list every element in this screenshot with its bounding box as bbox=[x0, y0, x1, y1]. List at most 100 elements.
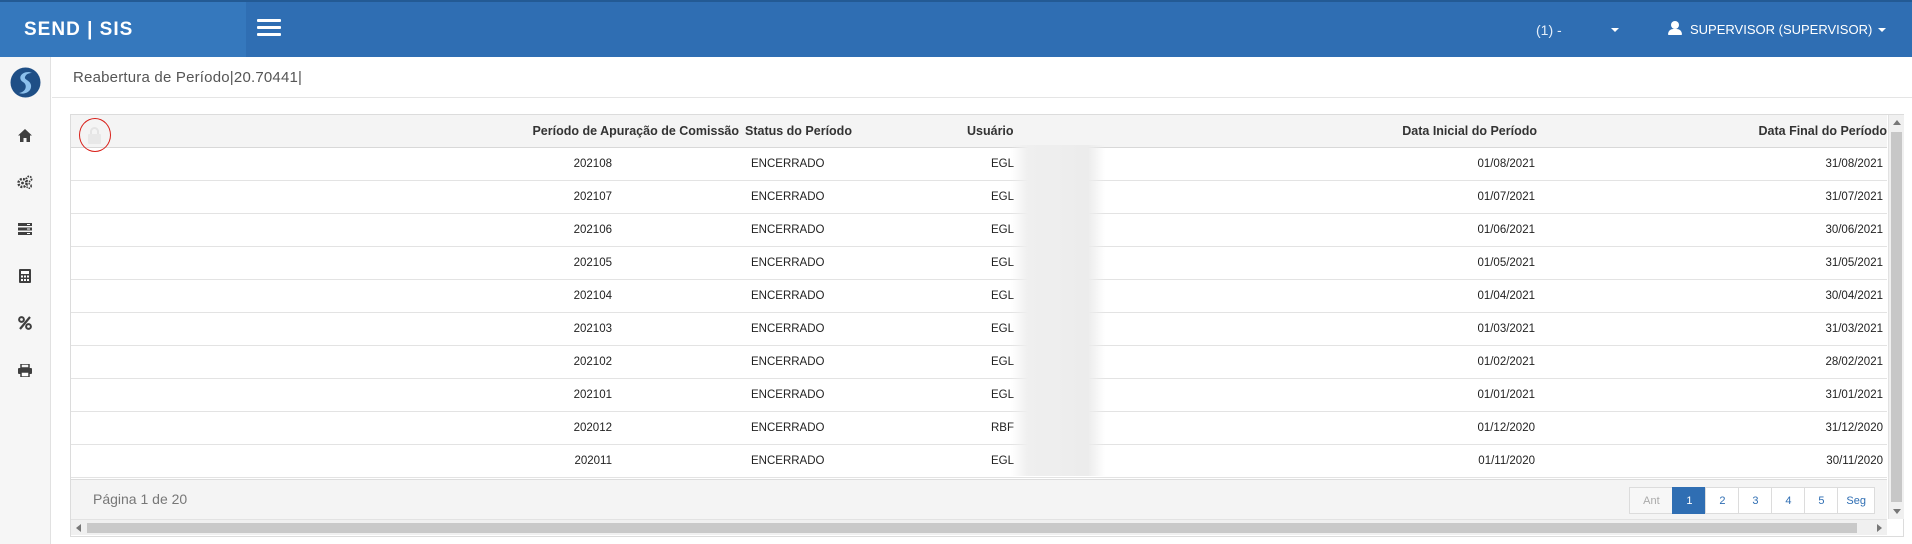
title-divider bbox=[52, 97, 1912, 98]
cell-period: 202105 bbox=[573, 257, 612, 269]
user-icon bbox=[1668, 21, 1682, 35]
table-row[interactable]: 202105 ENCERRADO EGL 01/05/2021 31/05/2021 bbox=[71, 247, 1887, 280]
cell-period: 202108 bbox=[573, 158, 612, 170]
table-row[interactable]: 202104 ENCERRADO EGL 01/04/2021 30/04/2021 bbox=[71, 280, 1887, 313]
cell-end-date: 31/07/2021 bbox=[1825, 191, 1883, 203]
cell-status: ENCERRADO bbox=[751, 290, 825, 302]
cell-status: ENCERRADO bbox=[751, 422, 825, 434]
top-navbar: SEND | SIS (1) - SUPERVISOR (SUPERVISOR) bbox=[0, 0, 1912, 57]
horizontal-scroll-thumb[interactable] bbox=[87, 523, 1857, 533]
table-row[interactable]: 202101 ENCERRADO EGL 01/01/2021 31/01/2021 bbox=[71, 379, 1887, 412]
cell-status: ENCERRADO bbox=[751, 224, 825, 236]
cell-status: ENCERRADO bbox=[751, 191, 825, 203]
page-1-button[interactable]: 1 bbox=[1672, 487, 1707, 514]
next-page-button[interactable]: Seg bbox=[1837, 487, 1875, 514]
main-content: Reabertura de Período|20.70441| Período … bbox=[52, 57, 1912, 544]
grid-footer: Página 1 de 20 Ant 1 2 3 4 5 Seg bbox=[71, 479, 1887, 519]
pagination: Ant 1 2 3 4 5 Seg bbox=[1629, 487, 1875, 514]
cell-period: 202101 bbox=[573, 389, 612, 401]
cell-start-date: 01/02/2021 bbox=[1477, 356, 1535, 368]
cell-status: ENCERRADO bbox=[751, 389, 825, 401]
cell-start-date: 01/03/2021 bbox=[1477, 323, 1535, 335]
cell-end-date: 30/06/2021 bbox=[1825, 224, 1883, 236]
brand-logo-text[interactable]: SEND | SIS bbox=[0, 2, 246, 57]
periods-grid: Período de Apuração de Comissão Status d… bbox=[70, 114, 1904, 537]
scroll-left-arrow-icon[interactable] bbox=[76, 524, 81, 532]
cell-start-date: 01/06/2021 bbox=[1477, 224, 1535, 236]
horizontal-scrollbar[interactable] bbox=[71, 519, 1887, 535]
scroll-up-arrow-icon[interactable] bbox=[1893, 120, 1901, 125]
table-row[interactable]: 202011 ENCERRADO EGL 01/11/2020 30/11/2020 bbox=[71, 445, 1887, 478]
cell-end-date: 30/04/2021 bbox=[1825, 290, 1883, 302]
sidebar-item-home[interactable] bbox=[12, 123, 38, 147]
company-dropdown-caret-icon[interactable] bbox=[1611, 28, 1619, 32]
column-header-period[interactable]: Período de Apuração de Comissão bbox=[532, 115, 739, 148]
grid-header: Período de Apuração de Comissão Status d… bbox=[71, 115, 1887, 148]
cell-period: 202102 bbox=[573, 356, 612, 368]
cell-period: 202011 bbox=[574, 455, 612, 467]
gears-icon bbox=[17, 175, 33, 189]
cell-start-date: 01/04/2021 bbox=[1477, 290, 1535, 302]
table-row[interactable]: 202106 ENCERRADO EGL 01/06/2021 30/06/2021 bbox=[71, 214, 1887, 247]
hamburger-icon bbox=[257, 19, 281, 22]
column-header-status[interactable]: Status do Período bbox=[745, 115, 852, 148]
cell-status: ENCERRADO bbox=[751, 257, 825, 269]
sidebar-item-calculator[interactable] bbox=[12, 264, 38, 288]
vertical-scroll-thumb[interactable] bbox=[1891, 132, 1902, 502]
reopen-period-button[interactable] bbox=[79, 118, 111, 152]
redacted-user-overlay bbox=[1011, 145, 1105, 476]
print-icon bbox=[18, 363, 32, 377]
vertical-scrollbar[interactable] bbox=[1888, 115, 1904, 519]
cell-start-date: 01/12/2020 bbox=[1477, 422, 1535, 434]
user-name: SUPERVISOR (SUPERVISOR) bbox=[1690, 22, 1873, 37]
user-dropdown-caret-icon bbox=[1878, 28, 1887, 32]
column-header-end-date[interactable]: Data Final do Período bbox=[1759, 115, 1888, 148]
page-info: Página 1 de 20 bbox=[93, 491, 188, 507]
cell-status: ENCERRADO bbox=[751, 158, 825, 170]
cell-period: 202012 bbox=[573, 422, 612, 434]
page-title: Reabertura de Período|20.70441| bbox=[73, 69, 303, 86]
column-header-user[interactable]: Usuário bbox=[967, 115, 1014, 148]
table-row[interactable]: 202108 ENCERRADO EGL 01/08/2021 31/08/2021 bbox=[71, 148, 1887, 181]
sidebar-item-print[interactable] bbox=[12, 358, 38, 382]
cell-period: 202103 bbox=[573, 323, 612, 335]
cell-end-date: 30/11/2020 bbox=[1826, 455, 1883, 467]
cell-start-date: 01/07/2021 bbox=[1477, 191, 1535, 203]
cell-status: ENCERRADO bbox=[751, 323, 825, 335]
app-window: SEND | SIS (1) - SUPERVISOR (SUPERVISOR) bbox=[0, 0, 1912, 544]
cell-period: 202104 bbox=[573, 290, 612, 302]
app-logo-icon[interactable] bbox=[10, 67, 41, 98]
scroll-down-arrow-icon[interactable] bbox=[1893, 509, 1901, 514]
previous-page-button[interactable]: Ant bbox=[1629, 487, 1674, 514]
sidebar-item-commission[interactable] bbox=[12, 311, 38, 335]
cell-start-date: 01/08/2021 bbox=[1477, 158, 1535, 170]
page-5-button[interactable]: 5 bbox=[1804, 487, 1839, 514]
sidebar-item-settings[interactable] bbox=[12, 170, 38, 194]
table-row[interactable]: 202102 ENCERRADO EGL 01/02/2021 28/02/2021 bbox=[71, 346, 1887, 379]
cell-end-date: 31/05/2021 bbox=[1825, 257, 1883, 269]
page-3-button[interactable]: 3 bbox=[1738, 487, 1773, 514]
menu-toggle-button[interactable] bbox=[254, 14, 284, 42]
home-icon bbox=[18, 128, 32, 142]
table-row[interactable]: 202107 ENCERRADO EGL 01/07/2021 31/07/2021 bbox=[71, 181, 1887, 214]
scroll-right-arrow-icon[interactable] bbox=[1877, 524, 1882, 532]
sidebar bbox=[0, 57, 51, 544]
cell-status: ENCERRADO bbox=[751, 455, 825, 467]
sidebar-item-registrations[interactable] bbox=[12, 217, 38, 241]
cell-status: ENCERRADO bbox=[751, 356, 825, 368]
column-header-start-date[interactable]: Data Inicial do Período bbox=[1402, 115, 1537, 148]
cell-end-date: 31/12/2020 bbox=[1825, 422, 1883, 434]
cell-end-date: 31/01/2021 bbox=[1825, 389, 1883, 401]
user-menu[interactable]: SUPERVISOR (SUPERVISOR) bbox=[1668, 2, 1887, 57]
cell-end-date: 31/03/2021 bbox=[1825, 323, 1883, 335]
list-icon bbox=[18, 223, 32, 235]
calculator-icon bbox=[19, 269, 31, 283]
page-2-button[interactable]: 2 bbox=[1705, 487, 1740, 514]
cell-period: 202106 bbox=[573, 224, 612, 236]
company-selector[interactable]: (1) - bbox=[1536, 2, 1562, 57]
table-row[interactable]: 202103 ENCERRADO EGL 01/03/2021 31/03/2021 bbox=[71, 313, 1887, 346]
cell-end-date: 31/08/2021 bbox=[1825, 158, 1883, 170]
table-row[interactable]: 202012 ENCERRADO RBF 01/12/2020 31/12/2020 bbox=[71, 412, 1887, 445]
cell-end-date: 28/02/2021 bbox=[1825, 356, 1883, 368]
page-4-button[interactable]: 4 bbox=[1771, 487, 1806, 514]
